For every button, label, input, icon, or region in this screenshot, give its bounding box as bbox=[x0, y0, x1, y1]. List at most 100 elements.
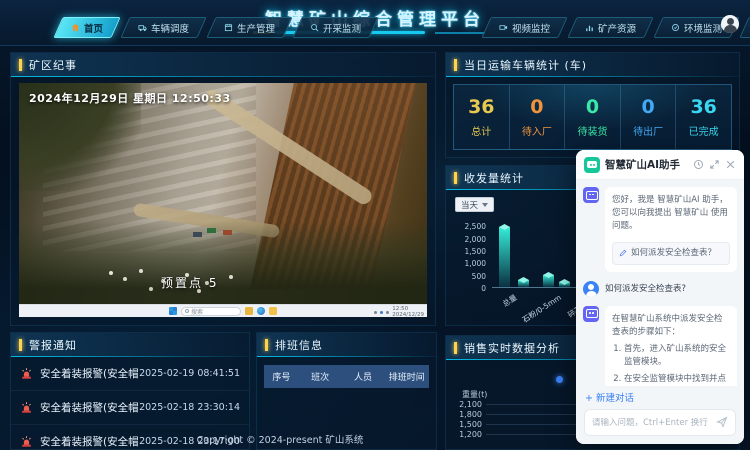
stat-label: 待出厂 bbox=[633, 123, 663, 138]
siren-icon bbox=[20, 401, 33, 414]
stat-label: 总计 bbox=[471, 123, 491, 138]
system-tray: 12:502024/12/29 bbox=[374, 306, 424, 317]
tab-vehicle-dispatch[interactable]: 车辆调度 bbox=[125, 17, 202, 38]
alarm-text: 安全着装报警(安全帽) bbox=[40, 400, 139, 415]
x-label: 石粉/0-5mm bbox=[520, 292, 563, 325]
stat-completed: 36 已完成 bbox=[676, 85, 731, 149]
y-axis-label: 重量(t) bbox=[462, 389, 487, 400]
title-accent-bar bbox=[265, 339, 268, 351]
stat-label: 已完成 bbox=[689, 123, 719, 138]
tab-label: 车辆调度 bbox=[151, 21, 189, 35]
monitor-icon bbox=[310, 23, 319, 32]
chip-label: 如何派发安全检查表？ bbox=[631, 247, 716, 260]
column-header: 排班时间 bbox=[384, 370, 429, 383]
nav-tabs-right: 视频监控 矿产资源 环境监测 安全监管 bbox=[486, 17, 750, 38]
daily-vehicle-stats-panel: 当日运输车辆统计 (车) 36 总计 0 待入厂 0 待装货 0 待出厂 36 … bbox=[445, 52, 740, 158]
time-filter-dropdown[interactable]: 当天 bbox=[455, 197, 494, 212]
user-avatar[interactable] bbox=[721, 15, 739, 33]
user-question-text: 如何派发安全检查表? bbox=[605, 281, 686, 297]
bar bbox=[543, 275, 554, 287]
title-accent-bar bbox=[19, 59, 22, 71]
new-chat-link[interactable]: + 新建对话 bbox=[585, 390, 634, 404]
send-button[interactable] bbox=[716, 413, 728, 432]
white-rocks bbox=[109, 271, 113, 275]
taskbar-search-box: 搜索 bbox=[181, 307, 241, 316]
camera-preset-label: 预置点 5 bbox=[161, 274, 218, 291]
bar bbox=[518, 280, 529, 287]
tab-home[interactable]: 首页 bbox=[58, 17, 116, 38]
stat-waiting-load: 0 待装货 bbox=[565, 85, 621, 149]
stat-waiting-exit: 0 待出厂 bbox=[621, 85, 677, 149]
schedule-table-header: 序号 班次 人员 排班时间 bbox=[264, 365, 429, 388]
dashboard-background: 智慧矿山综合管理平台 首页 车辆调度 生产管理 开采监测 bbox=[0, 0, 750, 450]
user-message: 如何派发安全检查表? bbox=[583, 281, 737, 297]
tab-video-surveillance[interactable]: 视频监控 bbox=[486, 17, 563, 38]
series-legend-dot bbox=[556, 376, 563, 383]
x-label: 总量 bbox=[500, 292, 519, 309]
ai-robot-icon bbox=[584, 157, 600, 173]
bar-chart-icon bbox=[585, 23, 594, 32]
bot-message: 您好，我是 智慧矿山AI 助手，您可以向我提出 智慧矿山 使用问题。 如何派发安… bbox=[583, 187, 737, 272]
column-header: 人员 bbox=[342, 370, 385, 383]
ai-assistant-title: 智慧矿山AI助手 bbox=[605, 157, 693, 172]
panel-title: 警报通知 bbox=[29, 337, 77, 353]
nav-tabs-left: 首页 车辆调度 生产管理 开采监测 bbox=[58, 17, 374, 38]
y-tick: 500 bbox=[456, 272, 486, 281]
panel-title: 排班信息 bbox=[275, 337, 323, 353]
answer-step: 在安全监管模块中找到并点击'安全检查'选项。 bbox=[624, 373, 730, 386]
stat-value: 0 bbox=[530, 96, 543, 118]
stat-value: 0 bbox=[641, 96, 654, 118]
answer-intro: 在智慧矿山系统中派发安全检查表的步骤如下： bbox=[612, 314, 723, 337]
ai-assistant-card: 智慧矿山AI助手 您好，我是 智慧矿山AI 助手，您可以向我提出 智慧矿山 使用… bbox=[576, 150, 744, 444]
stat-label: 待入厂 bbox=[522, 123, 552, 138]
column-header: 序号 bbox=[264, 370, 299, 383]
y-tick: 2,000 bbox=[456, 235, 486, 244]
tab-mineral-resources[interactable]: 矿产资源 bbox=[572, 17, 649, 38]
chevron-down-icon bbox=[482, 203, 488, 207]
home-icon bbox=[71, 23, 80, 32]
alarm-text: 安全着装报警(安全帽) bbox=[40, 366, 139, 381]
video-datetime-overlay: 2024年12月29日 星期日 12:50:33 bbox=[29, 90, 231, 106]
truck-icon bbox=[138, 23, 147, 32]
close-icon[interactable] bbox=[725, 159, 736, 170]
pen-icon bbox=[619, 249, 627, 257]
tray-icon bbox=[386, 311, 389, 314]
search-icon bbox=[185, 309, 189, 313]
answer-steps: 首先，进入矿山系统的安全监管模块。 在安全监管模块中找到并点击'安全检查'选项。… bbox=[624, 343, 730, 386]
tab-safety-supervision[interactable]: 安全监管 bbox=[744, 17, 750, 38]
ai-assistant-header: 智慧矿山AI助手 bbox=[576, 150, 744, 180]
stat-total: 36 总计 bbox=[454, 85, 510, 149]
suggested-question-chip[interactable]: 如何派发安全检查表？ bbox=[612, 242, 730, 265]
bot-greeting-text: 您好，我是 智慧矿山AI 助手，您可以向我提出 智慧矿山 使用问题。 bbox=[612, 195, 728, 231]
bot-avatar-icon bbox=[583, 306, 599, 322]
answer-step: 首先，进入矿山系统的安全监管模块。 bbox=[624, 343, 730, 369]
alarm-list-item[interactable]: 安全着装报警(安全帽) 2025-02-19 08:41:51 bbox=[11, 357, 249, 391]
ai-question-input[interactable] bbox=[592, 418, 716, 428]
panel-title: 销售实时数据分析 bbox=[464, 340, 560, 356]
machinery bbox=[207, 228, 216, 233]
stat-value: 36 bbox=[468, 96, 494, 118]
live-video-feed[interactable]: 2024年12月29日 星期日 12:50:33 预置点 5 搜索 12:502… bbox=[19, 83, 427, 317]
tab-mining-monitor[interactable]: 开采监测 bbox=[297, 17, 374, 38]
title-accent-bar bbox=[19, 339, 22, 351]
tab-label: 首页 bbox=[84, 21, 103, 35]
tray-icon bbox=[374, 311, 377, 314]
ai-input-row bbox=[584, 409, 736, 436]
tab-label: 矿产资源 bbox=[598, 21, 636, 35]
panel-title: 收发量统计 bbox=[464, 170, 524, 186]
y-tick: 2,500 bbox=[456, 222, 486, 231]
bar bbox=[559, 282, 570, 287]
vehicle-stats-box: 36 总计 0 待入厂 0 待装货 0 待出厂 36 已完成 bbox=[453, 84, 732, 150]
alarm-list-item[interactable]: 安全着装报警(安全帽) 2025-02-18 23:30:14 bbox=[11, 391, 249, 425]
title-accent-bar bbox=[454, 172, 457, 184]
bar-total bbox=[499, 227, 510, 287]
y-tick: 1,000 bbox=[456, 259, 486, 268]
windows-start-icon bbox=[169, 307, 177, 315]
history-icon[interactable] bbox=[693, 159, 704, 170]
expand-icon[interactable] bbox=[709, 159, 720, 170]
panel-title: 矿区纪事 bbox=[29, 57, 77, 73]
stat-value: 36 bbox=[690, 96, 716, 118]
tab-production-management[interactable]: 生产管理 bbox=[211, 17, 288, 38]
bot-avatar-icon bbox=[583, 187, 599, 203]
y-tick: 1,500 bbox=[456, 247, 486, 256]
